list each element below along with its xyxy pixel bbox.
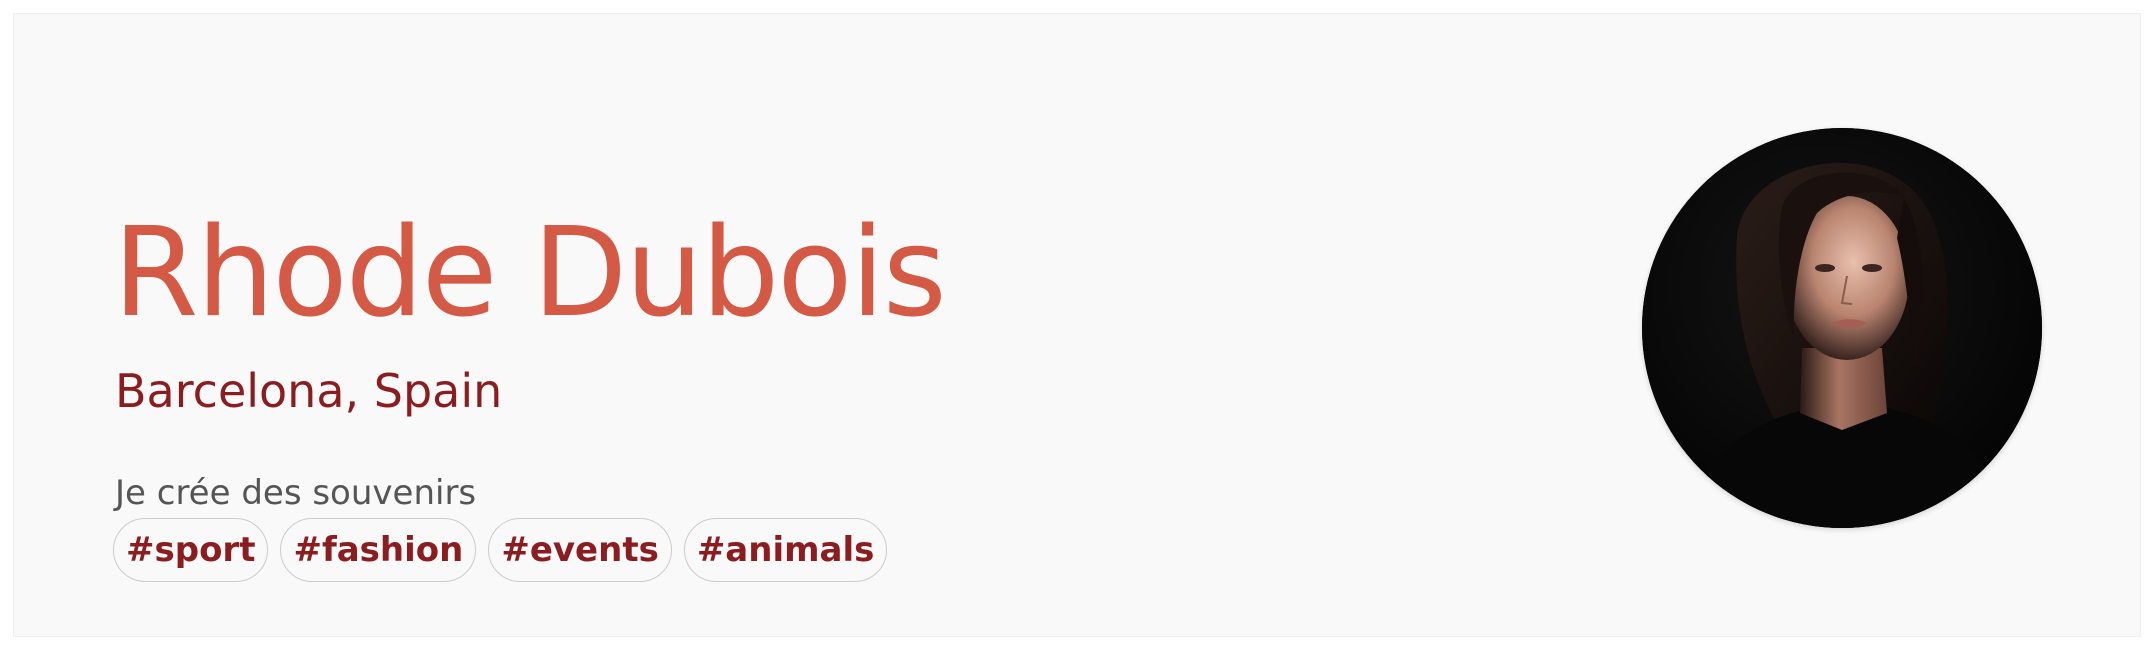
tag-fashion[interactable]: #fashion <box>280 518 477 582</box>
tag-sport[interactable]: #sport <box>113 518 269 582</box>
tag-animals[interactable]: #animals <box>683 518 888 582</box>
avatar <box>1642 128 2042 528</box>
portrait-photo-icon <box>1642 128 2042 528</box>
tag-events[interactable]: #events <box>488 518 672 582</box>
profile-location: Barcelona, Spain <box>115 364 503 418</box>
profile-name: Rhode Dubois <box>113 202 947 345</box>
profile-tagline: Je crée des souvenirs <box>115 473 477 513</box>
profile-card: Rhode Dubois Barcelona, Spain Je crée de… <box>13 13 2141 637</box>
tag-list: #sport #fashion #events #animals <box>113 518 888 582</box>
